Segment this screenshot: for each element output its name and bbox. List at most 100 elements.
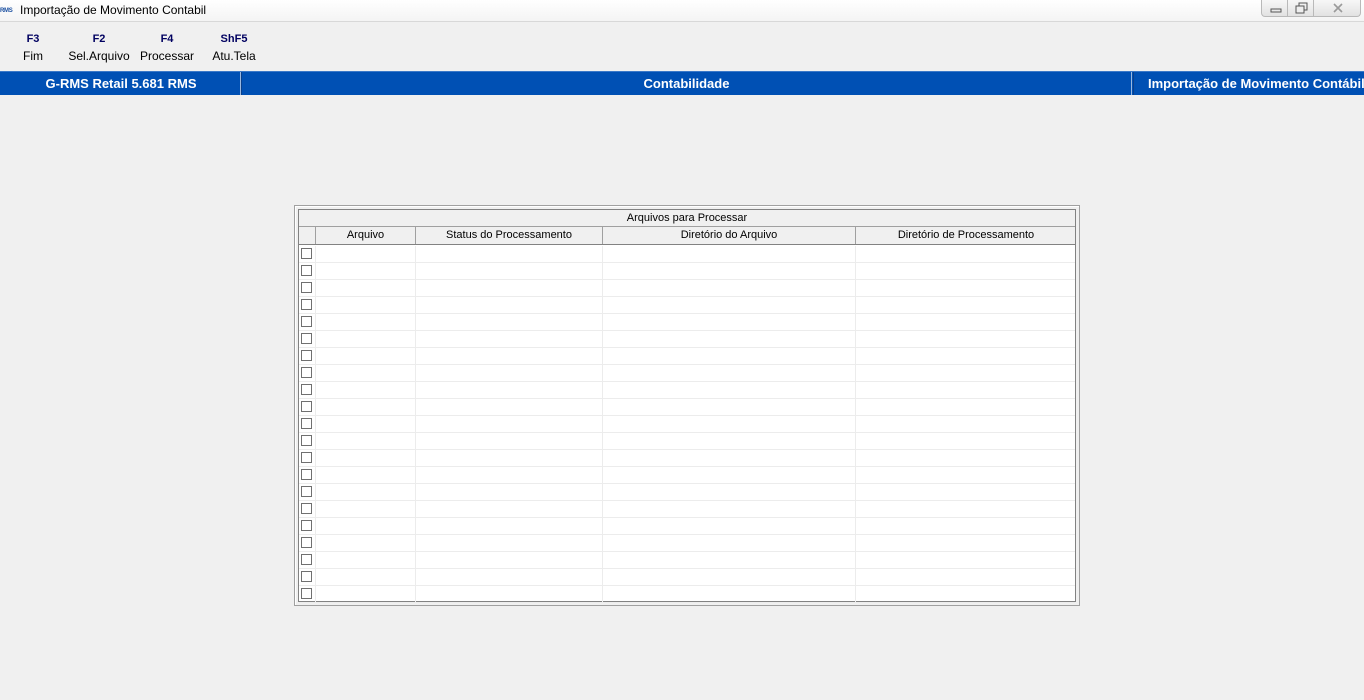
table-row[interactable] <box>299 246 1075 263</box>
cell-arquivo[interactable] <box>316 365 416 382</box>
cell-arquivo[interactable] <box>316 246 416 263</box>
cell-diretorio-processamento[interactable] <box>856 569 1076 586</box>
cell-diretorio-processamento[interactable] <box>856 263 1076 280</box>
table-row[interactable] <box>299 280 1075 297</box>
cell-select[interactable] <box>299 399 316 416</box>
cell-arquivo[interactable] <box>316 535 416 552</box>
cell-diretorio-processamento[interactable] <box>856 501 1076 518</box>
cell-select[interactable] <box>299 450 316 467</box>
table-row[interactable] <box>299 552 1075 569</box>
table-row[interactable] <box>299 314 1075 331</box>
cell-select[interactable] <box>299 297 316 314</box>
cell-status[interactable] <box>416 314 603 331</box>
table-row[interactable] <box>299 518 1075 535</box>
cell-arquivo[interactable] <box>316 467 416 484</box>
cell-select[interactable] <box>299 467 316 484</box>
row-checkbox[interactable] <box>301 248 312 259</box>
cell-diretorio-processamento[interactable] <box>856 297 1076 314</box>
row-checkbox[interactable] <box>301 265 312 276</box>
cell-status[interactable] <box>416 365 603 382</box>
close-button[interactable] <box>1313 0 1361 17</box>
cell-diretorio-processamento[interactable] <box>856 450 1076 467</box>
cell-diretorio-arquivo[interactable] <box>603 535 856 552</box>
restore-button[interactable] <box>1287 0 1314 17</box>
cell-diretorio-arquivo[interactable] <box>603 314 856 331</box>
cell-arquivo[interactable] <box>316 501 416 518</box>
cell-diretorio-processamento[interactable] <box>856 365 1076 382</box>
cell-status[interactable] <box>416 535 603 552</box>
header-diretorio-arquivo[interactable]: Diretório do Arquivo <box>603 227 856 244</box>
cell-select[interactable] <box>299 246 316 263</box>
processar-button[interactable]: F4 Processar <box>139 30 195 64</box>
cell-diretorio-processamento[interactable] <box>856 518 1076 535</box>
cell-diretorio-processamento[interactable] <box>856 280 1076 297</box>
atu-tela-button[interactable]: ShF5 Atu.Tela <box>208 30 260 64</box>
cell-select[interactable] <box>299 518 316 535</box>
table-row[interactable] <box>299 484 1075 501</box>
cell-arquivo[interactable] <box>316 331 416 348</box>
row-checkbox[interactable] <box>301 435 312 446</box>
cell-status[interactable] <box>416 399 603 416</box>
cell-diretorio-processamento[interactable] <box>856 382 1076 399</box>
cell-diretorio-arquivo[interactable] <box>603 246 856 263</box>
cell-select[interactable] <box>299 382 316 399</box>
row-checkbox[interactable] <box>301 282 312 293</box>
table-row[interactable] <box>299 569 1075 586</box>
cell-diretorio-processamento[interactable] <box>856 416 1076 433</box>
row-checkbox[interactable] <box>301 588 312 599</box>
row-checkbox[interactable] <box>301 503 312 514</box>
cell-diretorio-arquivo[interactable] <box>603 348 856 365</box>
cell-arquivo[interactable] <box>316 450 416 467</box>
header-status[interactable]: Status do Processamento <box>416 227 603 244</box>
cell-select[interactable] <box>299 348 316 365</box>
cell-select[interactable] <box>299 331 316 348</box>
cell-diretorio-processamento[interactable] <box>856 535 1076 552</box>
cell-diretorio-processamento[interactable] <box>856 433 1076 450</box>
cell-diretorio-processamento[interactable] <box>856 586 1076 603</box>
cell-select[interactable] <box>299 280 316 297</box>
table-row[interactable] <box>299 263 1075 280</box>
row-checkbox[interactable] <box>301 350 312 361</box>
minimize-button[interactable] <box>1261 0 1288 17</box>
table-row[interactable] <box>299 467 1075 484</box>
table-row[interactable] <box>299 399 1075 416</box>
cell-arquivo[interactable] <box>316 552 416 569</box>
cell-status[interactable] <box>416 280 603 297</box>
cell-diretorio-arquivo[interactable] <box>603 297 856 314</box>
cell-status[interactable] <box>416 246 603 263</box>
table-row[interactable] <box>299 331 1075 348</box>
table-row[interactable] <box>299 535 1075 552</box>
cell-diretorio-processamento[interactable] <box>856 314 1076 331</box>
row-checkbox[interactable] <box>301 299 312 310</box>
table-row[interactable] <box>299 365 1075 382</box>
cell-arquivo[interactable] <box>316 399 416 416</box>
table-row[interactable] <box>299 501 1075 518</box>
cell-diretorio-processamento[interactable] <box>856 484 1076 501</box>
cell-diretorio-processamento[interactable] <box>856 331 1076 348</box>
cell-select[interactable] <box>299 484 316 501</box>
cell-arquivo[interactable] <box>316 263 416 280</box>
cell-arquivo[interactable] <box>316 314 416 331</box>
row-checkbox[interactable] <box>301 571 312 582</box>
cell-arquivo[interactable] <box>316 569 416 586</box>
cell-diretorio-processamento[interactable] <box>856 246 1076 263</box>
cell-status[interactable] <box>416 450 603 467</box>
row-checkbox[interactable] <box>301 469 312 480</box>
cell-select[interactable] <box>299 416 316 433</box>
cell-status[interactable] <box>416 348 603 365</box>
cell-diretorio-arquivo[interactable] <box>603 518 856 535</box>
cell-diretorio-processamento[interactable] <box>856 348 1076 365</box>
cell-diretorio-arquivo[interactable] <box>603 552 856 569</box>
cell-select[interactable] <box>299 501 316 518</box>
cell-diretorio-arquivo[interactable] <box>603 586 856 603</box>
header-arquivo[interactable]: Arquivo <box>316 227 416 244</box>
table-row[interactable] <box>299 382 1075 399</box>
cell-select[interactable] <box>299 552 316 569</box>
cell-select[interactable] <box>299 365 316 382</box>
fim-button[interactable]: F3 Fim <box>18 30 48 64</box>
row-checkbox[interactable] <box>301 537 312 548</box>
row-checkbox[interactable] <box>301 452 312 463</box>
row-checkbox[interactable] <box>301 384 312 395</box>
cell-diretorio-processamento[interactable] <box>856 399 1076 416</box>
table-row[interactable] <box>299 586 1075 603</box>
